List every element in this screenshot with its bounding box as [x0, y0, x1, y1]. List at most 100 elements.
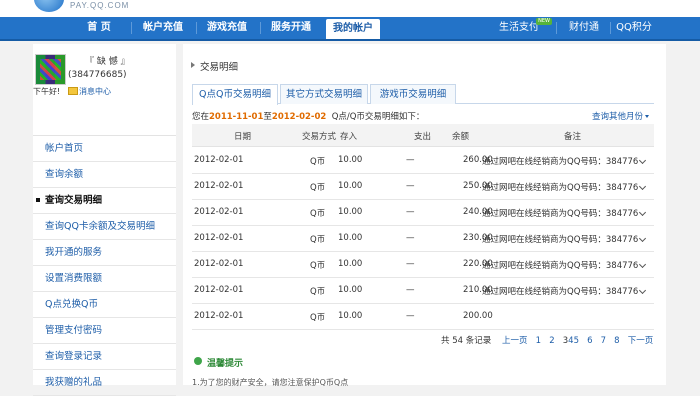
- page-link-6[interactable]: 6: [587, 336, 592, 346]
- sidebar-item-label: 查询余额: [45, 169, 84, 180]
- sidebar-item-qq-card[interactable]: 查询QQ卡余额及交易明细: [33, 214, 176, 240]
- nav-home[interactable]: 首 页: [70, 17, 128, 39]
- cell-remark[interactable]: 通过网吧在线经销商为QQ号码：384776: [482, 207, 647, 219]
- nav-qq-points[interactable]: QQ积分: [614, 17, 654, 39]
- cell-deposit: 10.00: [338, 181, 363, 191]
- cell-balance: 200.00: [463, 311, 493, 321]
- sidebar-item-account-home[interactable]: 帐户首页: [33, 136, 176, 162]
- cell-deposit: 10.00: [338, 233, 363, 243]
- cell-expense: —: [406, 233, 415, 243]
- page-link-2[interactable]: 2: [549, 336, 554, 346]
- avatar[interactable]: [35, 54, 66, 85]
- sidebar-item-password[interactable]: 管理支付密码: [33, 318, 176, 344]
- cell-method: Q币: [310, 261, 326, 271]
- cell-expense: —: [406, 181, 415, 191]
- query-prefix: 您在: [192, 112, 210, 122]
- query-mid: 至: [263, 112, 272, 122]
- nav-game-recharge[interactable]: 游戏充值: [198, 17, 256, 39]
- table-row: 2012-02-01 Q币 10.00 — 250.00 通过网吧在线经销商为Q…: [192, 173, 654, 200]
- top-bar: PAY.QQ.COM: [0, 0, 700, 17]
- table-header: 日期 交易方式 存入 支出 余额 备注: [192, 124, 654, 147]
- start-date: 2011-11-01: [209, 112, 264, 122]
- qq-number: (384776685): [68, 70, 127, 80]
- cell-deposit: 10.00: [338, 259, 363, 269]
- sidebar-item-label: 查询交易明细: [45, 195, 103, 206]
- prev-page-link[interactable]: 上一页: [502, 336, 528, 346]
- col-balance: 余额: [452, 132, 470, 142]
- cell-deposit: 10.00: [338, 207, 363, 217]
- sidebar-item-label: 查询QQ卡余额及交易明细: [45, 221, 155, 232]
- avatar-image: [40, 59, 61, 80]
- sidebar-item-label: 查询登录记录: [45, 351, 103, 362]
- arrow-right-icon: [191, 62, 195, 68]
- new-badge: NEW: [536, 18, 552, 25]
- chevron-down-icon[interactable]: [639, 260, 647, 269]
- cell-expense: —: [406, 259, 415, 269]
- page-link-1[interactable]: 1: [536, 336, 541, 346]
- cell-date: 2012-02-01: [194, 155, 244, 165]
- cell-expense: —: [406, 155, 415, 165]
- sidebar-item-spending-limit[interactable]: 设置消费限额: [33, 266, 176, 292]
- nav-divider: [556, 22, 557, 34]
- nav-account-recharge[interactable]: 帐户充值: [134, 17, 192, 39]
- page-link-5[interactable]: 5: [574, 336, 579, 346]
- query-other-months-link[interactable]: 查询其他月份: [592, 110, 650, 122]
- logo-text[interactable]: PAY.QQ.COM: [70, 1, 129, 10]
- record-count: 共 54 条记录: [441, 336, 492, 346]
- sidebar-item-label: 设置消费限额: [45, 273, 103, 284]
- page-link-7[interactable]: 7: [601, 336, 606, 346]
- nav-tenpay[interactable]: 财付通: [562, 17, 606, 39]
- chevron-down-icon[interactable]: [639, 182, 647, 191]
- table-row: 2012-02-01 Q币 10.00 — 260.00 通过网吧在线经销商为Q…: [192, 147, 654, 174]
- message-center-link[interactable]: 消息中心: [79, 86, 111, 97]
- page-link-8[interactable]: 8: [614, 336, 619, 346]
- nav-divider: [260, 22, 261, 34]
- main-panel: 交易明细 Q点Q币交易明细 其它方式交易明细 游戏币交易明细 您在2011-11…: [183, 44, 666, 387]
- sidebar: 『 缺 憾 』 (384776685) 下午好! 消息中心 帐户首页 查询余额 …: [33, 44, 176, 396]
- cell-remark[interactable]: 通过网吧在线经销商为QQ号码：384776: [482, 285, 647, 297]
- sidebar-item-login-records[interactable]: 查询登录记录: [33, 344, 176, 370]
- next-page-link[interactable]: 下一页: [628, 336, 654, 346]
- nav-divider: [131, 22, 132, 34]
- table-row: 2012-02-01 Q币 10.00 — 230.00 通过网吧在线经销商为Q…: [192, 225, 654, 252]
- query-suffix: Q点/Q币交易明细如下：: [331, 112, 425, 122]
- cell-method: Q币: [310, 183, 326, 193]
- table-row: 2012-02-01 Q币 10.00 — 220.00 通过网吧在线经销商为Q…: [192, 251, 654, 278]
- greeting: 下午好!: [33, 87, 61, 96]
- table-row: 2012-02-01 Q币 10.00 — 210.00 通过网吧在线经销商为Q…: [192, 277, 654, 304]
- qq-logo-icon[interactable]: [34, 0, 64, 12]
- sidebar-item-services[interactable]: 我开通的服务: [33, 240, 176, 266]
- tab-game-coin-transactions[interactable]: 游戏币交易明细: [370, 84, 456, 104]
- chevron-down-icon[interactable]: [639, 234, 647, 243]
- sidebar-item-balance[interactable]: 查询余额: [33, 162, 176, 188]
- cell-remark[interactable]: 通过网吧在线经销商为QQ号码：384776: [482, 181, 647, 193]
- cell-expense: —: [406, 285, 415, 295]
- page-title: 交易明细: [200, 62, 239, 73]
- sidebar-item-gifts[interactable]: 我获赠的礼品: [33, 370, 176, 396]
- col-expense: 支出: [414, 132, 432, 142]
- table-row: 2012-02-01 Q币 10.00 — 200.00: [192, 303, 654, 330]
- cell-remark[interactable]: 通过网吧在线经销商为QQ号码：384776: [482, 233, 647, 245]
- cell-method: Q币: [310, 313, 326, 323]
- cell-deposit: 10.00: [338, 285, 363, 295]
- cell-remark[interactable]: 通过网吧在线经销商为QQ号码：384776: [482, 259, 647, 271]
- cell-remark[interactable]: 通过网吧在线经销商为QQ号码：384776: [482, 155, 647, 167]
- sidebar-item-exchange[interactable]: Q点兑换Q币: [33, 292, 176, 318]
- chevron-down-icon[interactable]: [639, 208, 647, 217]
- remark-text: 通过网吧在线经销商为QQ号码：384776: [482, 209, 639, 219]
- chevron-down-icon[interactable]: [639, 286, 647, 295]
- end-date: 2012-02-02: [271, 112, 327, 122]
- cell-date: 2012-02-01: [194, 285, 244, 295]
- col-date: 日期: [234, 132, 252, 142]
- chevron-down-icon[interactable]: [639, 156, 647, 165]
- tab-qq-coin-transactions[interactable]: Q点Q币交易明细: [192, 84, 278, 105]
- sidebar-item-transactions[interactable]: 查询交易明细: [33, 188, 176, 214]
- table-row: 2012-02-01 Q币 10.00 — 240.00 通过网吧在线经销商为Q…: [192, 199, 654, 226]
- nav-my-account[interactable]: 我的帐户: [326, 19, 380, 39]
- cell-expense: —: [406, 207, 415, 217]
- col-deposit: 存入: [340, 132, 358, 142]
- sidebar-item-label: 管理支付密码: [45, 325, 103, 336]
- cell-date: 2012-02-01: [194, 181, 244, 191]
- nav-service-activation[interactable]: 服务开通: [262, 17, 320, 39]
- tab-other-transactions[interactable]: 其它方式交易明细: [280, 84, 368, 104]
